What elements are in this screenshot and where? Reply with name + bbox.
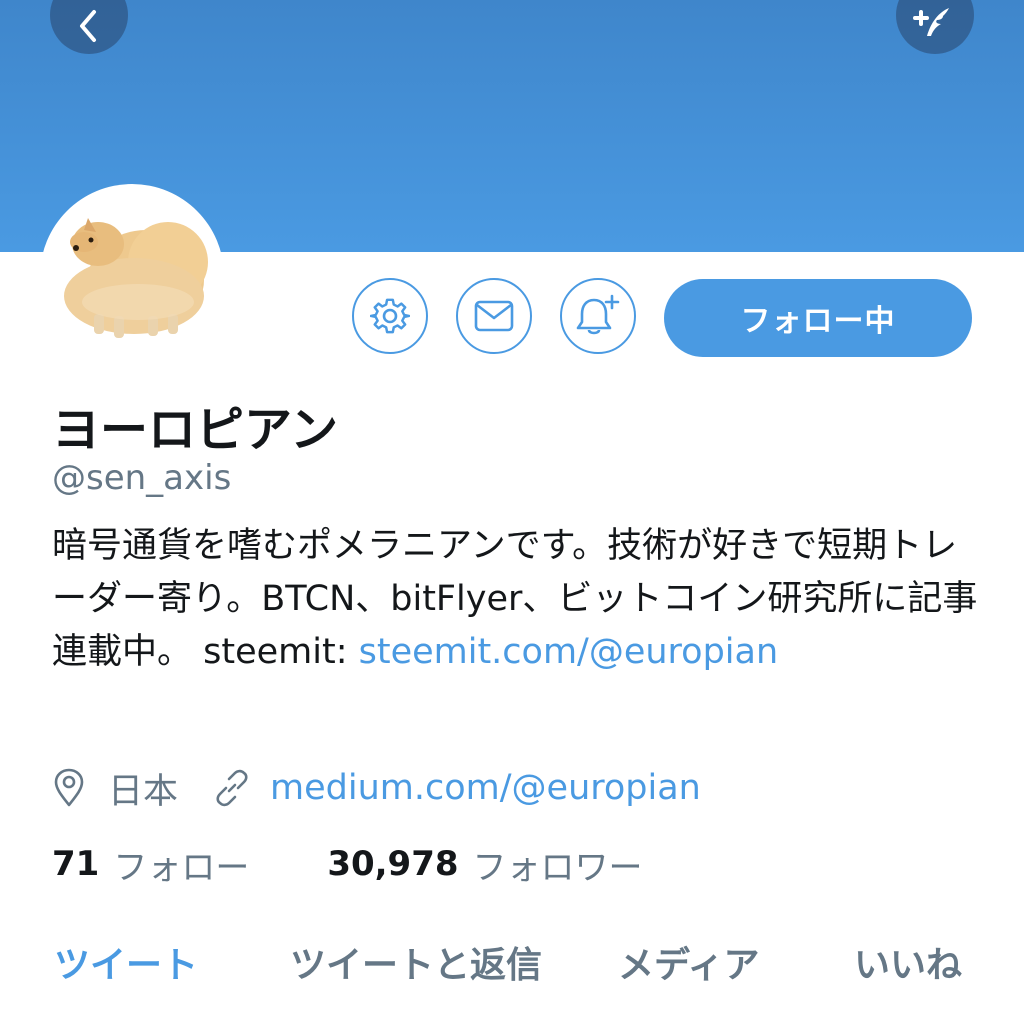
tab-tweets-and-replies[interactable]: ツイートと返信 [290, 936, 542, 988]
followers-label[interactable]: フォロワー [473, 840, 643, 889]
location-text: 日本 [108, 771, 179, 812]
following-count[interactable]: 71 [52, 844, 99, 884]
notifications-button[interactable] [560, 278, 636, 354]
location-pin-icon [54, 768, 84, 807]
followers-count[interactable]: 30,978 [327, 844, 458, 884]
tab-media[interactable]: メディア [618, 936, 759, 988]
message-button[interactable] [456, 278, 532, 354]
compose-icon [913, 8, 949, 36]
tab-likes[interactable]: いいね [854, 936, 962, 988]
gear-icon [370, 298, 410, 334]
website-link[interactable]: medium.com/@europian [270, 768, 701, 808]
profile-tabs: ツイート ツイートと返信 メディア いいね [0, 936, 1024, 996]
link-icon [216, 769, 248, 807]
user-handle: @sen_axis [52, 458, 232, 498]
display-name: ヨーロピアン [52, 402, 339, 458]
following-button[interactable]: フォロー中 [664, 279, 972, 357]
bio-link[interactable]: steemit.com/@europian [359, 632, 779, 672]
follow-stats: 71 フォロー 30,978 フォロワー [52, 838, 643, 890]
back-icon [80, 10, 96, 42]
avatar[interactable] [48, 192, 216, 360]
settings-button[interactable] [352, 278, 428, 354]
profile-meta: 日本 medium.com/@europian [52, 762, 701, 814]
avatar-frame [40, 184, 224, 368]
profile-bio: 暗号通貨を嗜むポメラニアンです。技術が好きで短期トレーダー寄り。BTCN、bit… [52, 520, 982, 679]
tab-tweets[interactable]: ツイート [54, 936, 198, 988]
bell-plus-icon [576, 294, 620, 335]
following-label[interactable]: フォロー [113, 840, 249, 889]
pomeranian-avatar-image [64, 218, 208, 338]
mail-icon [474, 300, 514, 332]
